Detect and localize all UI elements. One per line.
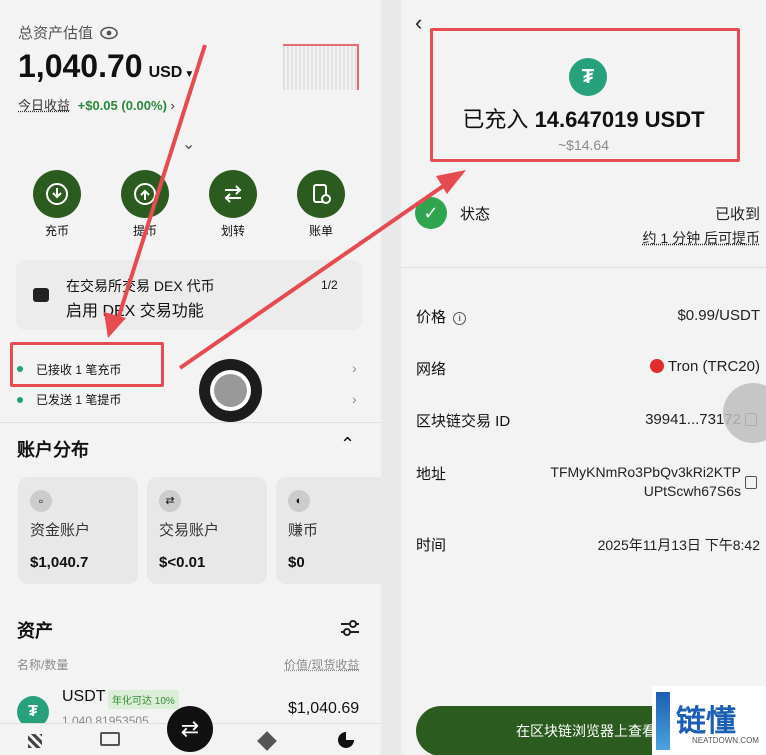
annotation-arrows — [104, 44, 466, 370]
screenshot-stage: 总资产估值 1,040.70 USD ▼ 今日收益 +$0.05 (0.00%)… — [0, 0, 766, 755]
arrowhead — [104, 312, 126, 338]
annotation-arrow-down — [115, 44, 207, 323]
logo-mark-icon — [656, 692, 670, 750]
annotation-arrow-up — [178, 178, 454, 370]
watermark-logo: 链懂 NEATDOWN.COM — [652, 686, 766, 755]
arrowhead — [436, 170, 466, 194]
